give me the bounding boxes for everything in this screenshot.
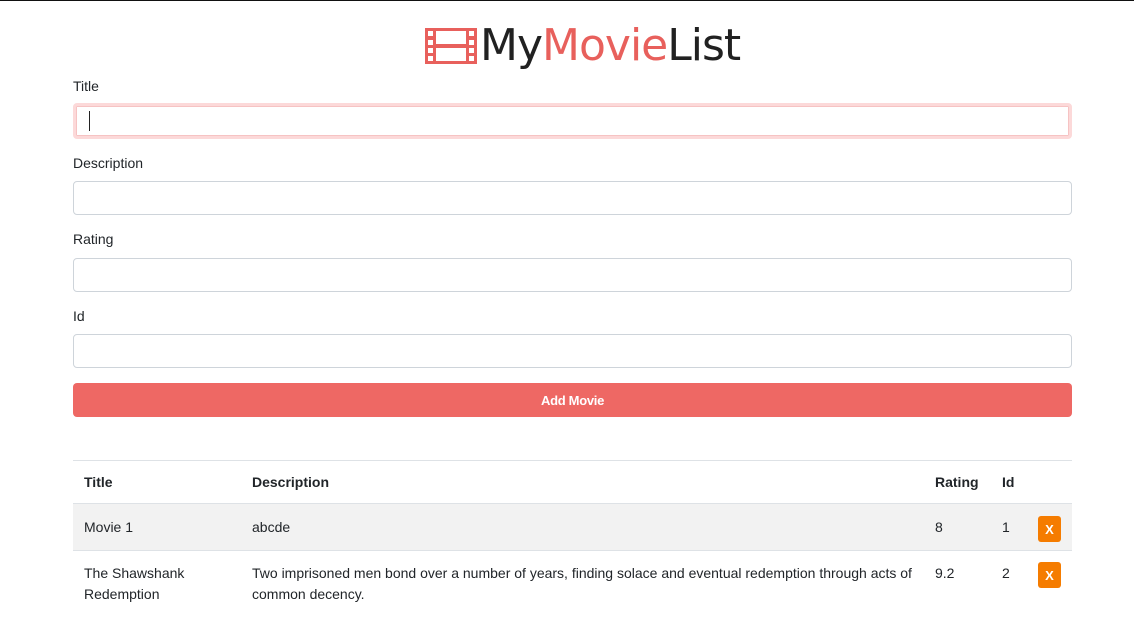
table-header-row: Title Description Rating Id xyxy=(73,460,1072,504)
column-header-rating: Rating xyxy=(924,460,991,504)
app-title-part-my: My xyxy=(480,20,543,71)
id-input[interactable] xyxy=(73,334,1072,368)
movie-title-cell: Movie 1 xyxy=(73,503,241,551)
film-strip-icon xyxy=(425,28,477,64)
movie-description-cell: abcde xyxy=(241,503,924,551)
text-cursor xyxy=(89,111,90,131)
app-title-part-movie: Movie xyxy=(542,20,668,71)
column-header-id: Id xyxy=(991,460,1027,504)
add-movie-button[interactable]: Add Movie xyxy=(73,383,1072,417)
description-label: Description xyxy=(73,155,144,171)
app-logo: MyMovieList xyxy=(424,19,741,73)
column-header-description: Description xyxy=(241,460,924,504)
movie-actions-cell: X xyxy=(1027,503,1072,551)
movie-table: Title Description Rating Id Movie 1 abcd… xyxy=(73,460,1072,611)
app-title-part-list: List xyxy=(667,20,741,71)
column-header-title: Title xyxy=(73,460,241,504)
movie-id-cell: 2 xyxy=(1002,565,1010,581)
movie-title-cell: The Shawshank Redemption xyxy=(84,565,185,602)
description-input[interactable] xyxy=(73,181,1072,215)
movie-rating-cell: 9.2 xyxy=(935,565,955,581)
column-header-actions xyxy=(1027,460,1072,504)
delete-movie-button[interactable]: X xyxy=(1038,562,1061,588)
rating-label: Rating xyxy=(73,231,114,247)
table-row: The Shawshank Redemption Two imprisoned … xyxy=(73,551,1072,611)
delete-movie-button[interactable]: X xyxy=(1038,516,1061,542)
title-input[interactable] xyxy=(73,103,1072,139)
movie-actions-cell: X xyxy=(1027,551,1072,611)
movie-id-cell: 1 xyxy=(991,503,1027,551)
app-title: MyMovieList xyxy=(480,19,741,73)
movie-description-cell: Two imprisoned men bond over a number of… xyxy=(252,565,912,602)
id-label: Id xyxy=(73,308,85,324)
movie-rating-cell: 8 xyxy=(924,503,991,551)
title-label: Title xyxy=(73,78,99,94)
rating-input[interactable] xyxy=(73,258,1072,292)
table-row: Movie 1 abcde 8 1 X xyxy=(73,503,1072,551)
